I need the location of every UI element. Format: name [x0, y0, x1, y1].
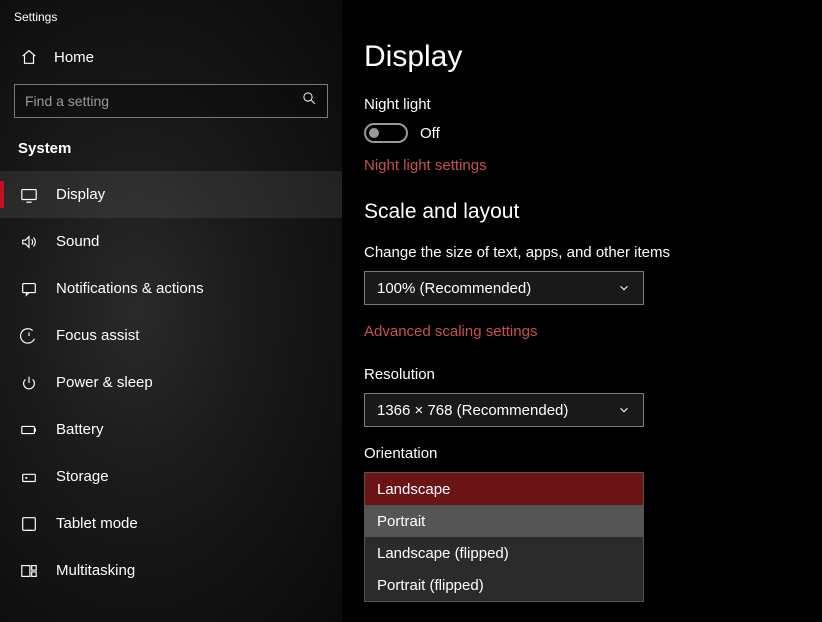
nav-item-label: Battery [56, 421, 104, 438]
orientation-option-landscape[interactable]: Landscape [365, 473, 643, 505]
nav-item-multitasking[interactable]: Multitasking [0, 547, 342, 594]
search-icon [302, 91, 317, 111]
home-label: Home [54, 49, 94, 66]
nav-item-label: Display [56, 186, 105, 203]
nav-item-battery[interactable]: Battery [0, 406, 342, 453]
orientation-label: Orientation [364, 445, 800, 462]
nav-item-label: Focus assist [56, 327, 139, 344]
chevron-down-icon [617, 403, 631, 417]
search-input[interactable] [25, 93, 302, 109]
storage-icon [20, 468, 38, 486]
chevron-down-icon [617, 281, 631, 295]
search-box[interactable] [14, 84, 328, 118]
tablet-mode-icon [20, 515, 38, 533]
sidebar: Settings Home System Display [0, 0, 342, 622]
battery-icon [20, 421, 38, 439]
multitasking-icon [20, 562, 38, 580]
scale-layout-heading: Scale and layout [364, 200, 800, 224]
display-icon [20, 186, 38, 204]
sound-icon [20, 233, 38, 251]
page-title: Display [364, 40, 800, 74]
toggle-knob [369, 128, 379, 138]
night-light-toggle[interactable] [364, 123, 408, 143]
night-light-settings-link[interactable]: Night light settings [364, 157, 800, 174]
nav-item-sound[interactable]: Sound [0, 218, 342, 265]
nav-item-storage[interactable]: Storage [0, 453, 342, 500]
nav-list: Display Sound Notifications & actions Fo… [0, 171, 342, 594]
home-button[interactable]: Home [0, 40, 342, 84]
night-light-state: Off [420, 125, 440, 142]
nav-item-label: Storage [56, 468, 109, 485]
power-icon [20, 374, 38, 392]
nav-item-label: Power & sleep [56, 374, 153, 391]
resolution-dropdown[interactable]: 1366 × 768 (Recommended) [364, 393, 644, 427]
orientation-dropdown-open[interactable]: Landscape Portrait Landscape (flipped) P… [364, 472, 644, 602]
scale-dropdown[interactable]: 100% (Recommended) [364, 271, 644, 305]
nav-item-focus-assist[interactable]: Focus assist [0, 312, 342, 359]
category-heading: System [0, 134, 342, 171]
home-icon [20, 48, 38, 66]
scale-label: Change the size of text, apps, and other… [364, 244, 800, 261]
app-title: Settings [0, 0, 342, 40]
resolution-label: Resolution [364, 366, 800, 383]
nav-item-label: Multitasking [56, 562, 135, 579]
main-panel: Display Night light Off Night light sett… [342, 0, 822, 622]
nav-item-label: Sound [56, 233, 99, 250]
night-light-label: Night light [364, 96, 800, 113]
nav-item-label: Tablet mode [56, 515, 138, 532]
nav-item-display[interactable]: Display [0, 171, 342, 218]
advanced-scaling-link[interactable]: Advanced scaling settings [364, 323, 800, 340]
orientation-option-portrait-flipped[interactable]: Portrait (flipped) [365, 569, 643, 601]
focus-assist-icon [20, 327, 38, 345]
nav-item-tablet-mode[interactable]: Tablet mode [0, 500, 342, 547]
nav-item-label: Notifications & actions [56, 280, 204, 297]
nav-item-power-sleep[interactable]: Power & sleep [0, 359, 342, 406]
scale-value: 100% (Recommended) [377, 280, 531, 297]
orientation-option-portrait[interactable]: Portrait [365, 505, 643, 537]
resolution-value: 1366 × 768 (Recommended) [377, 402, 568, 419]
nav-item-notifications[interactable]: Notifications & actions [0, 265, 342, 312]
orientation-option-landscape-flipped[interactable]: Landscape (flipped) [365, 537, 643, 569]
notifications-icon [20, 280, 38, 298]
